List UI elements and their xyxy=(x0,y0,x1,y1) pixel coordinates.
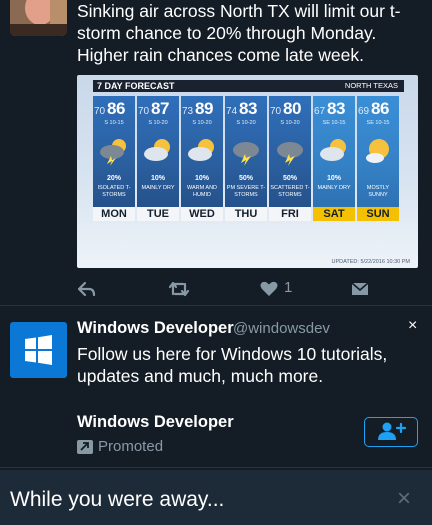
promoted-account-name[interactable]: Windows Developer xyxy=(77,413,234,432)
high-temp: 83 xyxy=(327,99,345,118)
day-name: TUE xyxy=(137,207,179,221)
like-icon[interactable] xyxy=(259,279,279,299)
low-temp: 74 xyxy=(226,106,238,117)
precip-chance: 10% xyxy=(150,175,165,182)
account-handle[interactable]: @windowsdev xyxy=(233,320,330,337)
low-temp: 70 xyxy=(94,106,106,117)
partly-cloudy-icon xyxy=(188,139,214,161)
wind: S 10-15 xyxy=(104,120,124,126)
day-column-tue: 70 87 S 10-20 10% MAINLY DRY xyxy=(137,96,179,219)
condition: MOSTLY SUNNY xyxy=(366,185,390,198)
day-name: WED xyxy=(181,207,223,221)
high-temp: 86 xyxy=(107,99,125,118)
wind: S 10-20 xyxy=(192,120,212,126)
follow-icon xyxy=(378,422,407,440)
follow-button[interactable] xyxy=(364,417,418,447)
day-column-wed: 73 89 S 10-20 10% WARM AND HUMID xyxy=(181,96,223,219)
low-temp: 70 xyxy=(138,106,150,117)
close-away-button[interactable]: × xyxy=(397,485,411,513)
partly-cloudy-icon xyxy=(144,139,170,161)
promo-text: Follow us here for Windows 10 tutorials,… xyxy=(77,344,388,386)
dismiss-promo-button[interactable]: × xyxy=(408,317,417,335)
day-column-sat: 67 83 SE 10-15 10% MAINLY DRY xyxy=(313,96,355,219)
day-name: FRI xyxy=(269,207,311,221)
high-temp: 87 xyxy=(151,99,169,118)
divider xyxy=(0,305,432,306)
precip-chance: 10% xyxy=(194,175,209,182)
like-count: 1 xyxy=(284,279,293,296)
day-name: MON xyxy=(93,207,135,221)
forecast-title: 7 DAY FORECAST xyxy=(97,81,175,91)
low-temp: 69 xyxy=(358,106,370,117)
partly-cloudy-icon xyxy=(320,139,346,161)
wind: SE 10-15 xyxy=(366,120,390,126)
wind: S 10-20 xyxy=(280,120,300,126)
wind: SE 10-15 xyxy=(322,120,346,126)
forecast-image[interactable]: 7 DAY FORECAST NORTH TEXAS 70 86 S 10-15… xyxy=(77,75,418,268)
promoted-arrow-icon xyxy=(77,440,93,454)
condition: ISOLATED T-STORMS xyxy=(97,185,131,198)
storm-cloud-icon xyxy=(100,139,126,166)
forecast-header: 7 DAY FORECAST NORTH TEXAS xyxy=(93,80,404,92)
retweet-icon[interactable] xyxy=(168,279,190,299)
forecast-updated: UPDATED: 5/22/2016 10:30 PM xyxy=(331,259,410,265)
forecast-region: NORTH TEXAS xyxy=(344,81,398,90)
high-temp: 83 xyxy=(239,99,257,118)
condition: MAINLY DRY xyxy=(317,185,351,191)
wind: S 10-20 xyxy=(236,120,256,126)
storm-cloud-icon xyxy=(233,142,259,166)
day-name: THU xyxy=(225,207,267,221)
day-name: SAT xyxy=(313,207,355,221)
day-column-thu: 74 83 S 10-20 50% PM SEVERE T-STORMS xyxy=(225,96,267,219)
low-temp: 67 xyxy=(314,106,326,117)
precip-chance: 20% xyxy=(106,175,121,182)
direct-message-icon[interactable] xyxy=(350,279,370,299)
condition: WARM AND HUMID xyxy=(186,185,218,198)
day-column-fri: 70 80 S 10-20 50% SCATTERED T-STORMS xyxy=(269,96,311,219)
promoted-label: Promoted xyxy=(98,438,164,455)
condition: PM SEVERE T-STORMS xyxy=(226,185,266,198)
tweet-text: Sinking air across North TX will limit o… xyxy=(77,1,401,65)
low-temp: 73 xyxy=(182,106,194,117)
storm-cloud-icon xyxy=(277,142,303,166)
day-column-sun: 69 86 SE 10-15 MOSTLY SUNNY xyxy=(357,96,399,219)
precip-chance: 10% xyxy=(326,175,341,182)
avatar[interactable] xyxy=(10,0,67,36)
condition: SCATTERED T-STORMS xyxy=(270,185,310,198)
day-column-mon: 70 86 S 10-15 20% ISOLATED T-STORMS xyxy=(93,96,135,219)
while-you-were-away-label: While you were away... xyxy=(10,488,225,511)
high-temp: 89 xyxy=(195,99,213,118)
high-temp: 86 xyxy=(371,99,389,118)
wind: S 10-20 xyxy=(148,120,168,126)
precip-chance: 50% xyxy=(282,175,297,182)
low-temp: 70 xyxy=(270,106,282,117)
account-name[interactable]: Windows Developer xyxy=(77,319,234,338)
condition: MAINLY DRY xyxy=(141,185,175,191)
reply-icon[interactable] xyxy=(77,279,97,299)
divider xyxy=(0,467,432,468)
precip-chance: 50% xyxy=(238,175,253,182)
day-name: SUN xyxy=(357,207,399,221)
windows-logo-avatar[interactable] xyxy=(10,322,67,378)
sun-cloud-icon xyxy=(366,139,389,163)
high-temp: 80 xyxy=(283,99,301,118)
